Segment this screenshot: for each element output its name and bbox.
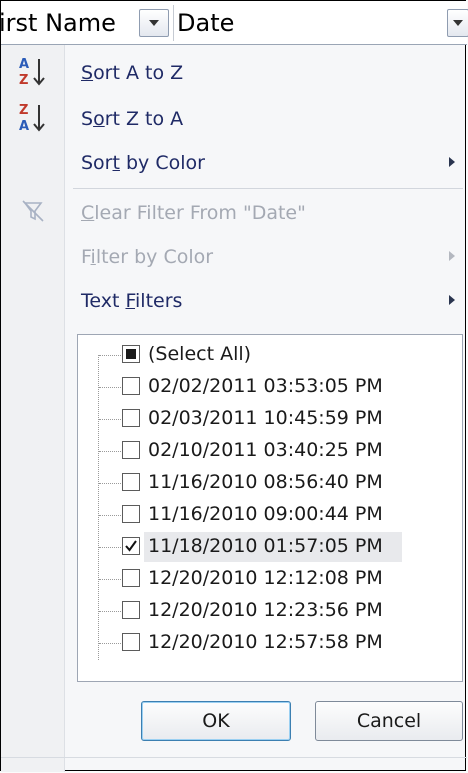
submenu-arrow-icon xyxy=(449,251,455,261)
item-checkbox[interactable] xyxy=(122,409,140,427)
svg-text:A: A xyxy=(19,119,29,134)
ok-button[interactable]: OK xyxy=(141,701,291,741)
first-name-filter-button[interactable] xyxy=(139,9,169,37)
list-item[interactable]: 02/10/2011 03:40:25 PM xyxy=(78,435,462,467)
menu-sort-by-color-label: Sort by Color xyxy=(81,152,205,174)
item-checkbox[interactable] xyxy=(122,601,140,619)
item-label: 02/02/2011 03:53:05 PM xyxy=(148,375,383,397)
menu-sort-by-color[interactable]: Sort by Color xyxy=(65,141,467,185)
item-label: 11/16/2010 09:00:44 PM xyxy=(148,503,383,525)
menu-sort-z-to-a[interactable]: Sort Z to A xyxy=(65,97,467,141)
list-item[interactable]: 11/16/2010 09:00:44 PM xyxy=(78,499,462,531)
item-label: 12/20/2010 12:12:08 PM xyxy=(148,567,383,589)
menu-clear-filter-label: Clear Filter From "Date" xyxy=(81,202,306,224)
chevron-down-icon xyxy=(453,20,463,26)
menu-clear-filter: Clear Filter From "Date" xyxy=(65,191,467,235)
menu-filter-by-color-label: Filter by Color xyxy=(81,246,214,268)
item-label: 02/03/2011 10:45:59 PM xyxy=(148,407,383,429)
menu-sort-z-to-a-label: Sort Z to A xyxy=(81,108,184,130)
cancel-button[interactable]: Cancel xyxy=(315,701,463,741)
value-checklist[interactable]: (Select All) 02/02/2011 03:53:05 PM 02/03… xyxy=(77,334,463,682)
sort-ascending-icon: A Z xyxy=(19,57,45,88)
menu-icon-gutter xyxy=(1,45,65,772)
item-label: 11/16/2010 08:56:40 PM xyxy=(148,471,383,493)
menu-separator xyxy=(73,188,463,189)
item-checkbox[interactable] xyxy=(122,505,140,523)
column-header-row: irst Name Date xyxy=(0,1,468,45)
menu-sort-a-to-z-label: Sort A to Z xyxy=(81,62,184,84)
svg-text:Z: Z xyxy=(19,73,28,88)
date-filter-button[interactable] xyxy=(447,9,468,37)
item-checkbox[interactable] xyxy=(122,473,140,491)
checkmark-icon xyxy=(125,540,137,552)
menu-sort-a-to-z[interactable]: Sort A to Z xyxy=(65,51,467,95)
list-item[interactable]: 11/18/2010 01:57:05 PM xyxy=(78,531,462,563)
menu-filter-by-color: Filter by Color xyxy=(65,235,467,279)
item-label: 02/10/2011 03:40:25 PM xyxy=(148,439,383,461)
item-checkbox[interactable] xyxy=(122,441,140,459)
list-item[interactable]: 12/20/2010 12:12:08 PM xyxy=(78,563,462,595)
list-item-select-all[interactable]: (Select All) xyxy=(78,339,462,371)
footer-divider xyxy=(1,757,467,758)
select-all-label: (Select All) xyxy=(148,343,252,365)
list-item[interactable]: 11/16/2010 08:56:40 PM xyxy=(78,467,462,499)
menu-text-filters-label: Text Filters xyxy=(81,290,183,312)
clear-filter-icon xyxy=(22,200,44,222)
item-checkbox[interactable] xyxy=(122,633,140,651)
header-divider xyxy=(173,5,174,41)
list-item[interactable]: 02/03/2011 10:45:59 PM xyxy=(78,403,462,435)
filter-dropdown-panel: irst Name Date A Z Sort A to Z Z A Sort … xyxy=(0,0,468,772)
item-label: 11/18/2010 01:57:05 PM xyxy=(148,535,383,557)
item-label: 12/20/2010 12:23:56 PM xyxy=(148,599,383,621)
svg-text:A: A xyxy=(19,57,29,72)
chevron-down-icon xyxy=(149,20,159,26)
column-header-first-name: irst Name xyxy=(0,9,116,37)
list-item[interactable]: 02/02/2011 03:53:05 PM xyxy=(78,371,462,403)
item-checkbox[interactable] xyxy=(122,537,140,555)
list-item[interactable]: 12/20/2010 12:23:56 PM xyxy=(78,595,462,627)
item-checkbox[interactable] xyxy=(122,569,140,587)
submenu-arrow-icon xyxy=(449,157,455,167)
menu-text-filters[interactable]: Text Filters xyxy=(65,279,467,323)
submenu-arrow-icon xyxy=(449,295,455,305)
list-item[interactable]: 12/20/2010 12:57:58 PM xyxy=(78,627,462,659)
item-label: 12/20/2010 12:57:58 PM xyxy=(148,631,383,653)
sort-descending-icon: Z A xyxy=(19,103,45,134)
select-all-checkbox[interactable] xyxy=(122,345,140,363)
svg-text:Z: Z xyxy=(19,103,28,118)
item-checkbox[interactable] xyxy=(122,377,140,395)
column-header-date: Date xyxy=(177,9,235,37)
